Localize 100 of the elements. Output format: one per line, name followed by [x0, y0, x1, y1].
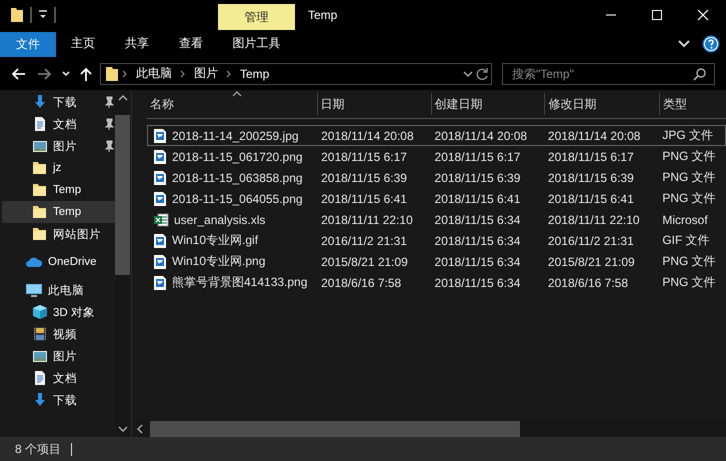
image-file-icon — [153, 274, 167, 290]
chevron-down-icon[interactable] — [678, 40, 690, 48]
table-cell-text: JPG 文件 — [661, 127, 714, 144]
table-cell-text: 2018/11/14 20:08 — [434, 128, 528, 142]
file-row[interactable]: 2018-11-14_200259.jpg 2018/11/14 20:08 2018/11/14 20:08 2018/11/14 20:08 JPG 文件 — [147, 125, 726, 146]
column-header[interactable]: 名称 — [147, 93, 318, 115]
folder-icon[interactable] — [10, 6, 24, 24]
chevron-down-icon[interactable] — [62, 70, 70, 76]
table-cell-text: 2018/6/16 7:58 — [546, 276, 629, 290]
back-arrow-icon[interactable] — [12, 68, 26, 80]
file-name[interactable]: 2018-11-15_063858.png — [172, 170, 303, 184]
cube-icon — [32, 304, 48, 320]
folder-icon — [32, 160, 48, 176]
file-name[interactable]: 2018-11-15_064055.png — [172, 192, 303, 206]
scrollbar-thumb[interactable] — [150, 420, 520, 436]
ribbon-tab[interactable]: 查看 — [164, 30, 218, 57]
folder-icon — [106, 66, 118, 82]
table-cell-text: PNG 文件 — [661, 190, 717, 207]
nav-item[interactable]: 下载 — [2, 91, 115, 113]
document-icon — [32, 116, 48, 132]
spreadsheet-file-icon — [153, 212, 169, 228]
table-cell-text: GIF 文件 — [661, 232, 711, 249]
nav-item[interactable]: 文档 — [2, 113, 115, 135]
column-header[interactable]: 修改日期 — [545, 93, 660, 115]
nav-item[interactable]: Temp — [2, 201, 115, 223]
nav-item[interactable]: 文档 — [2, 367, 115, 389]
customize-toolbar-icon[interactable] — [38, 10, 48, 20]
table-cell-text: 2018/11/11 22:10 — [546, 212, 641, 226]
table-cell-text: PNG 文件 — [661, 169, 717, 186]
scroll-up-icon[interactable] — [118, 95, 128, 101]
file-name[interactable]: 2018-11-14_200259.jpg — [172, 128, 299, 142]
image-file-icon — [153, 254, 167, 270]
chevron-down-icon[interactable] — [461, 68, 475, 78]
nav-item[interactable]: Temp — [2, 179, 115, 201]
table-cell-text: 2018/11/15 6:41 — [546, 192, 635, 206]
nav-item[interactable]: 3D 对象 — [2, 301, 115, 323]
table-cell-text: 2018/11/15 6:34 — [434, 276, 522, 290]
close-icon[interactable] — [697, 9, 709, 21]
table-cell-text: 2018/11/15 6:39 — [434, 170, 522, 184]
table-cell-text: 2018/11/15 6:34 — [434, 212, 522, 226]
scrollbar-thumb[interactable] — [115, 115, 130, 275]
nav-item[interactable]: jz — [2, 157, 115, 179]
pin-icon[interactable] — [104, 96, 114, 108]
nav-item[interactable]: 下载 — [2, 389, 115, 411]
forward-arrow-icon[interactable] — [36, 68, 50, 80]
pin-icon[interactable] — [104, 118, 114, 130]
context-tab-header[interactable]: 管理 — [218, 4, 295, 30]
nav-item[interactable]: OneDrive — [2, 251, 115, 273]
nav-item[interactable]: 图片 — [2, 345, 115, 367]
file-menu-button[interactable]: 文件 — [0, 32, 56, 57]
table-cell-text: 2016/11/2 21:31 — [320, 234, 408, 248]
address-bar[interactable]: 此电脑 图片 Temp — [100, 62, 492, 84]
file-name[interactable]: Win10专业网.gif — [172, 232, 258, 249]
table-cell-text: 2018/11/15 6:39 — [320, 170, 408, 184]
search-field[interactable]: 搜索"Temp" — [502, 62, 715, 84]
file-name[interactable]: Win10专业网.png — [172, 253, 266, 270]
ribbon-tab[interactable]: 图片工具 — [218, 30, 295, 57]
nav-item[interactable]: 此电脑 — [2, 279, 115, 301]
image-file-icon — [153, 170, 167, 186]
picture-icon — [32, 138, 48, 154]
nav-item[interactable]: 图片 — [2, 135, 115, 157]
pin-icon[interactable] — [104, 140, 114, 152]
table-cell-text: Microsof — [661, 212, 709, 226]
image-file-icon — [153, 148, 167, 164]
table-cell-text: 2018/11/11 22:10 — [320, 212, 414, 226]
table-cell-text: 2018/11/14 20:08 — [546, 128, 642, 142]
folder-icon — [32, 182, 48, 198]
table-cell-text: 2018/11/15 6:39 — [546, 170, 635, 184]
ribbon-tab[interactable]: 主页 — [56, 30, 110, 57]
file-name[interactable]: 熊掌号背景图414133.png — [172, 274, 308, 291]
image-file-icon — [153, 232, 167, 248]
nav-item[interactable]: 网站图片 — [2, 223, 115, 245]
computer-icon — [25, 282, 43, 298]
column-header[interactable]: 创建日期 — [432, 93, 546, 115]
column-header[interactable]: 类型 — [660, 93, 726, 115]
table-cell-text: 2018/6/16 7:58 — [320, 276, 402, 290]
picture-icon — [32, 348, 48, 364]
help-icon[interactable] — [702, 34, 720, 52]
file-name[interactable]: user_analysis.xls — [174, 212, 266, 226]
breadcrumb[interactable]: 此电脑 — [132, 65, 176, 82]
folder-icon — [32, 226, 48, 242]
nav-item[interactable]: 视频 — [2, 323, 115, 345]
table-cell-text: PNG 文件 — [661, 274, 717, 291]
table-cell-text: PNG 文件 — [661, 148, 717, 165]
up-arrow-icon[interactable] — [80, 66, 92, 80]
table-cell-text: 2018/11/15 6:34 — [434, 254, 522, 268]
table-cell-text: 2015/8/21 21:09 — [546, 254, 636, 268]
window-title: Temp — [308, 8, 338, 22]
column-header[interactable]: 日期 — [318, 93, 432, 115]
download-arrow-icon — [32, 392, 48, 408]
breadcrumb[interactable]: 图片 — [190, 65, 222, 82]
breadcrumb[interactable]: Temp — [236, 66, 274, 80]
table-cell-text: 2018/11/15 6:41 — [434, 192, 522, 206]
scroll-down-icon[interactable] — [118, 426, 128, 432]
ribbon-tab[interactable]: 共享 — [110, 30, 164, 57]
file-name[interactable]: 2018-11-15_061720.png — [172, 150, 303, 164]
table-cell-text: 2018/11/15 6:41 — [320, 192, 408, 206]
image-file-icon — [153, 190, 167, 206]
maximize-icon[interactable] — [651, 9, 663, 21]
item-count: 8 个项目 — [15, 440, 62, 458]
